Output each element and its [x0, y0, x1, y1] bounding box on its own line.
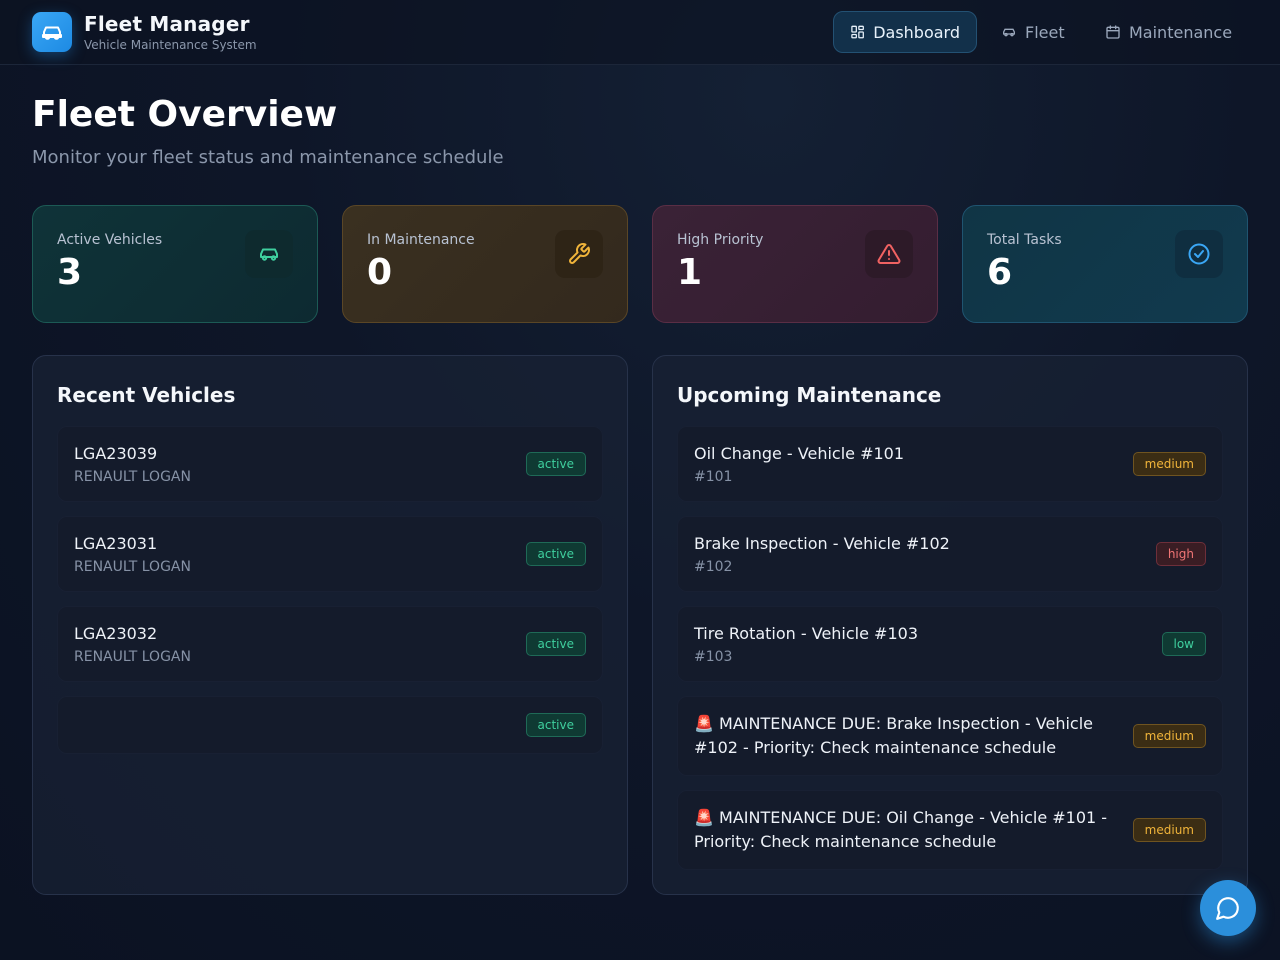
vehicle-model: RENAULT LOGAN [74, 469, 191, 485]
stat-card-total-tasks: Total Tasks 6 [962, 205, 1248, 323]
top-bar: Fleet Manager Vehicle Maintenance System… [0, 0, 1280, 65]
status-badge: active [525, 632, 586, 656]
chat-button[interactable] [1200, 880, 1256, 936]
recent-vehicles-panel: Recent Vehicles LGA23039 RENAULT LOGAN a… [32, 355, 628, 895]
upcoming-maintenance-panel: Upcoming Maintenance Oil Change - Vehicl… [652, 355, 1248, 895]
calendar-icon [1106, 25, 1120, 39]
nav-dashboard[interactable]: Dashboard [833, 11, 977, 53]
panel-title: Upcoming Maintenance [677, 383, 942, 407]
vehicle-row[interactable]: LGA23031 RENAULT LOGAN active [57, 516, 603, 592]
maintenance-ref: #103 [694, 649, 733, 665]
status-badge: active [525, 713, 586, 737]
maintenance-row[interactable]: 🚨 MAINTENANCE DUE: Brake Inspection - Ve… [677, 696, 1223, 776]
stat-card-in-maintenance: In Maintenance 0 [342, 205, 628, 323]
car-icon [1003, 28, 1015, 37]
vehicle-model: RENAULT LOGAN [74, 559, 191, 575]
priority-badge: high [1155, 542, 1206, 566]
nav-fleet-label: Fleet [1025, 22, 1065, 42]
status-badge: active [525, 542, 586, 566]
maintenance-ref: #101 [694, 469, 733, 485]
vehicle-row[interactable]: LGA23032 RENAULT LOGAN active [57, 606, 603, 682]
app-title: Fleet Manager [84, 12, 250, 36]
page-subtitle: Monitor your fleet status and maintenanc… [32, 147, 504, 168]
nav-fleet[interactable]: Fleet [985, 11, 1081, 53]
priority-badge: medium [1132, 452, 1206, 476]
app-subtitle: Vehicle Maintenance System [84, 38, 257, 52]
wrench-icon [555, 230, 603, 278]
panel-title: Recent Vehicles [57, 383, 236, 407]
maintenance-ref: #102 [694, 559, 733, 575]
grid-icon [851, 25, 864, 39]
chat-bubble-icon [1216, 897, 1239, 920]
vehicle-plate: LGA23032 [74, 624, 158, 643]
vehicle-model: RENAULT LOGAN [74, 649, 191, 665]
nav-dashboard-label: Dashboard [873, 22, 960, 42]
nav-maintenance-label: Maintenance [1129, 22, 1233, 42]
status-badge: active [525, 452, 586, 476]
alert-triangle-icon [865, 230, 913, 278]
maintenance-row[interactable]: 🚨 MAINTENANCE DUE: Oil Change - Vehicle … [677, 790, 1223, 870]
stat-card-active-vehicles: Active Vehicles 3 [32, 205, 318, 323]
priority-badge: medium [1132, 818, 1206, 842]
car-logo-icon[interactable] [32, 12, 72, 52]
vehicle-row[interactable]: active [57, 696, 603, 754]
nav-maintenance[interactable]: Maintenance [1089, 11, 1249, 53]
vehicle-row[interactable]: LGA23039 RENAULT LOGAN active [57, 426, 603, 502]
maintenance-title: Brake Inspection - Vehicle #102 [694, 534, 950, 553]
car-icon [245, 230, 293, 278]
maintenance-title: Tire Rotation - Vehicle #103 [694, 624, 918, 643]
maintenance-row[interactable]: Brake Inspection - Vehicle #102 #102 hig… [677, 516, 1223, 592]
page-title: Fleet Overview [32, 94, 338, 135]
maintenance-alert-text: 🚨 MAINTENANCE DUE: Oil Change - Vehicle … [694, 808, 1108, 851]
priority-badge: medium [1132, 724, 1206, 748]
vehicle-plate: LGA23031 [74, 534, 158, 553]
vehicle-plate: LGA23039 [74, 444, 158, 463]
maintenance-row[interactable]: Oil Change - Vehicle #101 #101 medium [677, 426, 1223, 502]
check-circle-icon [1175, 230, 1223, 278]
stat-card-high-priority: High Priority 1 [652, 205, 938, 323]
maintenance-row[interactable]: Tire Rotation - Vehicle #103 #103 low [677, 606, 1223, 682]
maintenance-title: Oil Change - Vehicle #101 [694, 444, 905, 463]
maintenance-alert-text: 🚨 MAINTENANCE DUE: Brake Inspection - Ve… [694, 714, 1093, 757]
priority-badge: low [1161, 632, 1206, 656]
